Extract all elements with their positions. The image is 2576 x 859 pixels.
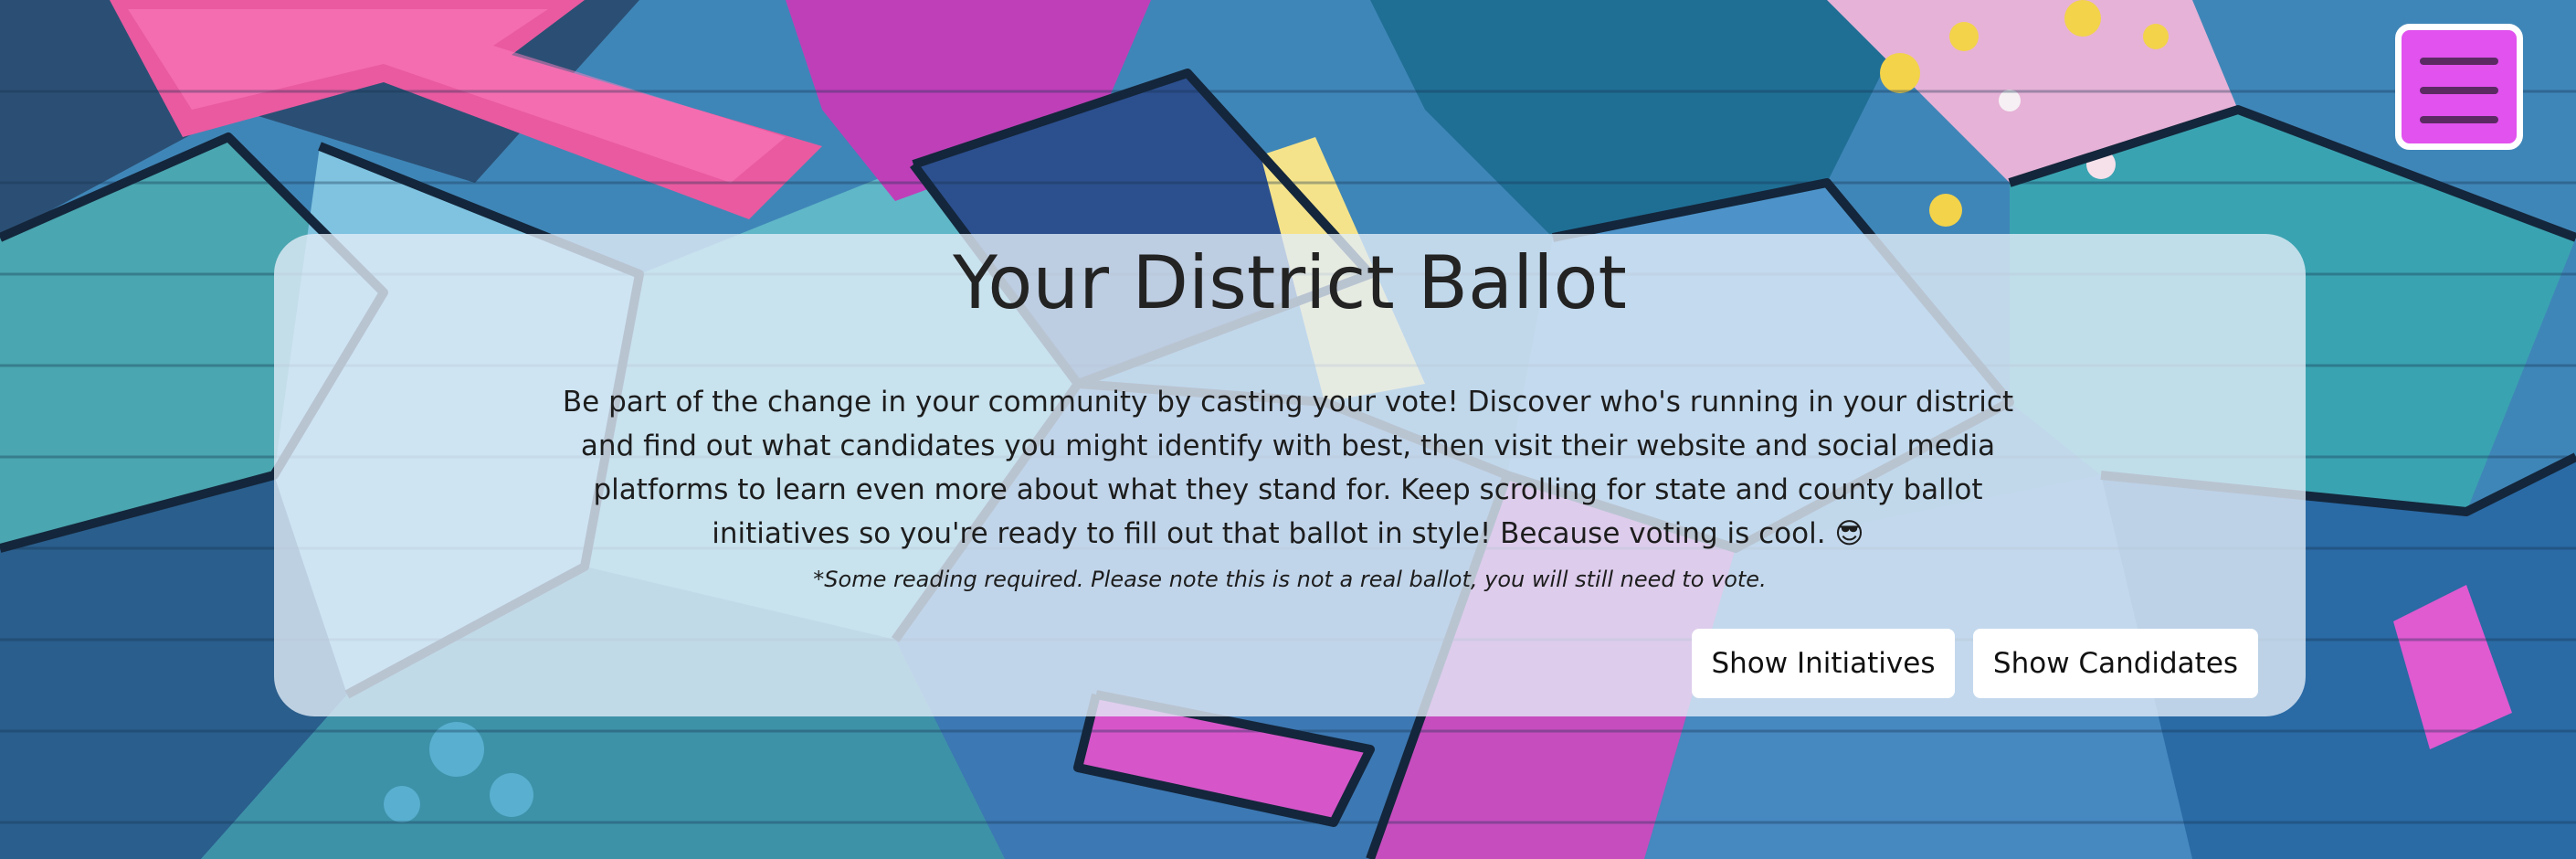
ballot-intro-card: Your District Ballot Be part of the chan… <box>274 234 2306 716</box>
intro-description: Be part of the change in your community … <box>562 386 2014 550</box>
disclaimer-note: *Some reading required. Please note this… <box>813 567 1767 592</box>
menu-button[interactable] <box>2395 24 2523 150</box>
show-candidates-button[interactable]: Show Candidates <box>1973 629 2258 698</box>
page-title: Your District Ballot <box>953 240 1627 325</box>
show-initiatives-button[interactable]: Show Initiatives <box>1692 629 1955 698</box>
